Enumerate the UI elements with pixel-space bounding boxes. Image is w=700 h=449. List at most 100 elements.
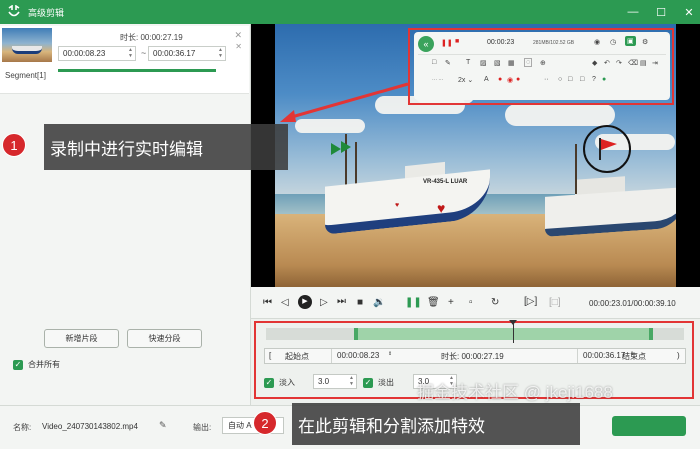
collapse-toolbar-icon[interactable]: « <box>418 36 434 52</box>
segment-card[interactable]: 时长: 00:00:27.19 ✕ ✕ 00:00:08.23 ▲ ▼ ~ 00:… <box>0 26 249 94</box>
fade-in-label: 淡入 <box>279 378 295 387</box>
segment-progress-bar <box>58 69 216 72</box>
close-icon[interactable]: ✕ <box>682 5 696 19</box>
clock-icon[interactable]: ◷ <box>610 38 616 46</box>
bracket-left-icon: [ <box>269 351 272 360</box>
segment-expand-icon[interactable]: ✕ <box>235 42 242 51</box>
player-time: 00:00:23.01/00:00:39.10 <box>589 299 676 308</box>
trim-duration: 时长: 00:00:27.19 <box>441 352 504 361</box>
eraser-icon[interactable]: ◆ <box>592 59 597 67</box>
shape-tool-icon[interactable]: ◌ <box>524 58 533 67</box>
segment-close-icon[interactable]: ✕ <box>234 30 242 41</box>
skip-start-icon[interactable]: ⏮ <box>263 297 272 308</box>
add-icon[interactable]: + <box>448 297 454 308</box>
watermark: 掘金技术社区 @ jkeji1688 <box>417 383 613 402</box>
pen-tool-icon[interactable]: ✎ <box>445 59 451 67</box>
end-point-button[interactable]: 结束点 <box>622 351 646 362</box>
bracket-right-icon: ) <box>677 351 680 360</box>
heart-sticker-icon: ♥ <box>395 202 400 209</box>
app-logo-icon <box>6 4 22 20</box>
circle-shape-icon[interactable]: ○ <box>558 76 562 83</box>
callout-2-text: 在此剪辑和分割添加特效 <box>292 403 580 445</box>
skip-end-icon[interactable]: ⏭ <box>337 296 346 307</box>
square-shape-icon[interactable]: □ <box>568 76 572 83</box>
confirm-button[interactable] <box>612 416 686 436</box>
fade-in-value: 3.0 <box>318 377 330 386</box>
step-forward-icon[interactable]: ▷ <box>320 297 328 308</box>
reset-icon[interactable]: ↻ <box>491 297 499 308</box>
flag-annotation-icon <box>599 138 617 160</box>
mark-in-icon[interactable]: [▷] <box>524 296 537 307</box>
stop-icon[interactable]: ■ <box>357 297 363 308</box>
segment-duration: 时长: 00:00:27.19 <box>120 33 183 42</box>
copy-icon[interactable]: ▫ <box>469 297 473 308</box>
boat-label: VR-435-L LUAR <box>423 179 468 185</box>
segment-start-input[interactable]: 00:00:08.23 ▲ ▼ <box>58 46 136 61</box>
play-button[interactable]: ▶ <box>298 295 312 309</box>
step-back-icon[interactable]: ◁ <box>281 297 289 308</box>
spinner-icon[interactable]: ⇕ <box>388 351 392 357</box>
fade-in-checkbox[interactable]: ✓ 淡入 <box>264 377 295 388</box>
help-icon[interactable]: ? <box>592 76 596 83</box>
toolbox-icon[interactable]: ▣ <box>625 36 636 46</box>
info-icon[interactable]: ● <box>602 76 606 83</box>
color-swatch-icon[interactable]: ● <box>516 76 520 83</box>
fade-out-label: 淡出 <box>378 378 394 387</box>
rectangle-tool-icon[interactable]: □ <box>432 59 436 66</box>
playhead[interactable] <box>512 322 514 343</box>
merge-all-checkbox[interactable]: ✓ 合并所有 <box>13 359 60 370</box>
callout-1-text: 录制中进行实时编辑 <box>44 124 288 170</box>
merge-all-label: 合并所有 <box>28 360 60 369</box>
maximize-icon[interactable]: ☐ <box>654 5 668 19</box>
undo-icon[interactable]: ↶ <box>604 59 610 67</box>
spinner-icon[interactable]: ▲ ▼ <box>349 375 354 387</box>
delete-icon[interactable]: 🗑 <box>427 297 440 308</box>
recording-toolbar[interactable]: « ❚❚ ■ 00:00:23 281MB/102.52 GB ◉ ◷ ▣ ⚙ … <box>414 32 670 100</box>
segment-separator: ~ <box>141 48 147 58</box>
new-segment-button[interactable]: 新增片段 <box>44 329 119 348</box>
edit-name-icon[interactable]: ✎ <box>159 420 167 431</box>
spinner-icon[interactable]: ▲ ▼ <box>218 47 223 59</box>
fade-in-input[interactable]: 3.0 ▲ ▼ <box>313 374 357 389</box>
text-tool-icon[interactable]: T <box>466 59 470 66</box>
split-icon[interactable]: ❚❚ <box>405 297 422 308</box>
segment-end-input[interactable]: 00:00:36.17 ▲ ▼ <box>148 46 226 61</box>
fade-out-checkbox[interactable]: ✓ 淡出 <box>363 377 394 388</box>
name-label: 名称: <box>13 423 32 432</box>
start-point-button[interactable]: 起始点 <box>285 351 309 362</box>
pause-icon[interactable]: ❚❚ <box>441 39 453 47</box>
mosaic-tool-icon[interactable]: ▦ <box>508 59 515 67</box>
quick-split-button[interactable]: 快速分段 <box>127 329 202 348</box>
callout-1-number: 1 <box>2 133 26 157</box>
heart-sticker-icon: ♥ <box>437 200 446 216</box>
volume-icon[interactable]: 🔉 <box>373 297 385 308</box>
target-tool-icon[interactable]: ⊕ <box>540 59 546 67</box>
picture-tool-icon[interactable]: ▧ <box>494 59 501 67</box>
timeline-selection[interactable] <box>353 328 653 340</box>
color-picker-icon[interactable]: ◉ <box>507 76 513 84</box>
segment-label: Segment[1] <box>5 71 46 80</box>
camera-icon[interactable]: ◉ <box>594 38 600 46</box>
color-dot-icon[interactable]: ● <box>498 76 502 83</box>
clear-icon[interactable]: ⌫ <box>628 59 638 67</box>
image-tool-icon[interactable]: ▨ <box>480 59 487 67</box>
font-icon[interactable]: A <box>484 76 489 83</box>
square-shape-alt-icon[interactable]: □ <box>580 76 584 83</box>
mark-out-icon[interactable]: [□] <box>549 297 561 308</box>
size-select-icon[interactable]: 2x ⌄ <box>458 76 473 84</box>
redo-icon[interactable]: ↷ <box>616 59 622 67</box>
blur-icon[interactable]: ·· <box>544 76 549 83</box>
recording-time: 00:00:23 <box>487 39 515 46</box>
trim-row: [ 起始点 00:00:08.23 ⇕ 时长: 00:00:27.19 00:0… <box>264 348 686 364</box>
settings-icon[interactable]: ⚙ <box>642 38 648 46</box>
exit-icon[interactable]: ⇥ <box>652 59 658 67</box>
output-label: 输出: <box>193 423 212 432</box>
minimize-icon[interactable]: — <box>626 5 640 19</box>
segment-end-value: 00:00:36.17 <box>153 49 196 58</box>
recording-size: 281MB/102.52 GB <box>533 40 575 46</box>
checkbox-check-icon: ✓ <box>363 377 373 388</box>
stop-icon[interactable]: ■ <box>455 38 459 45</box>
segment-start-value: 00:00:08.23 <box>63 49 106 58</box>
spinner-icon[interactable]: ▲ ▼ <box>128 47 133 59</box>
delete-icon[interactable]: ▤ <box>640 59 647 67</box>
